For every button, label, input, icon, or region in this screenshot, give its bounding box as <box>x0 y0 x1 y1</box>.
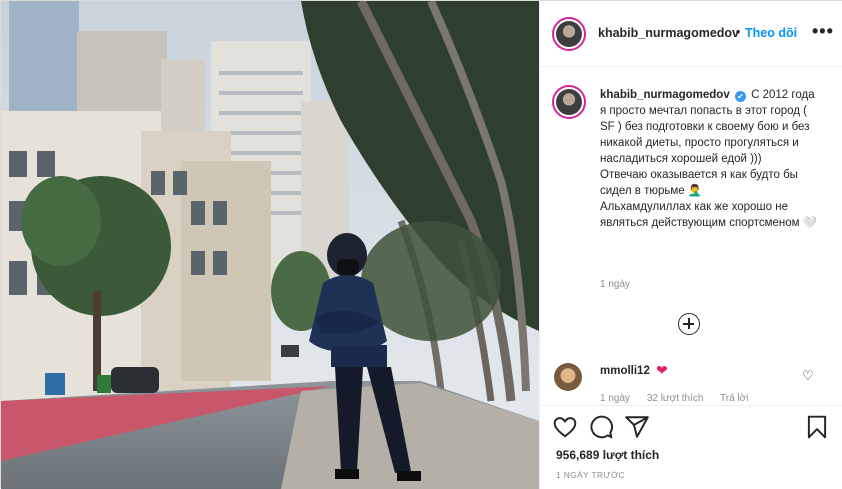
separator-dot: • <box>736 25 741 39</box>
share-icon[interactable] <box>624 414 650 440</box>
comment-reply-button[interactable]: Trả lời <box>720 393 748 404</box>
caption-username[interactable]: khabib_nurmagomedov <box>600 89 730 101</box>
author-username[interactable]: khabib_nurmagomedov <box>598 26 738 40</box>
post-timestamp[interactable]: 1 NGÀY TRƯỚC <box>556 470 625 480</box>
more-options-icon[interactable]: ••• <box>812 21 834 42</box>
bookmark-icon[interactable] <box>804 414 830 440</box>
street-photo-illustration <box>1 1 539 489</box>
post-actions-bar: 956,689 lượt thích 1 NGÀY TRƯỚC <box>540 405 842 489</box>
caption-text: khabib_nurmagomedov ✔ С 2012 года я прос… <box>600 87 820 231</box>
caption-line-2: Отвечаю оказывается я как будто бы сидел… <box>600 169 798 197</box>
caption-timestamp[interactable]: 1 ngày <box>600 279 630 290</box>
comment-heart-emoji: ❤ <box>656 362 668 378</box>
comment-icon[interactable] <box>588 414 614 440</box>
post-header: khabib_nurmagomedov • Theo dõi ••• <box>540 1 842 67</box>
author-avatar[interactable] <box>552 17 586 51</box>
instagram-post: khabib_nurmagomedov • Theo dõi ••• khabi… <box>0 0 842 489</box>
commenter-avatar[interactable] <box>554 363 582 391</box>
commenter-username[interactable]: mmolli12 <box>600 365 650 377</box>
post-details-panel: khabib_nurmagomedov • Theo dõi ••• khabi… <box>539 1 842 489</box>
verified-badge-icon: ✔ <box>734 91 746 102</box>
caption-author-avatar[interactable] <box>552 85 586 119</box>
comment-timestamp[interactable]: 1 ngày <box>600 393 630 404</box>
follow-button[interactable]: Theo dõi <box>745 26 797 40</box>
comment-item: mmolli12 ❤ ♡ 1 ngày 32 lượt thích Trả lờ… <box>540 359 842 405</box>
caption-line-3: Альхамдулиллах как же хорошо не являться… <box>600 201 818 229</box>
comment-like-heart-icon[interactable]: ♡ <box>802 368 814 384</box>
comment-likes-count[interactable]: 32 lượt thích <box>647 393 704 404</box>
post-likes-count[interactable]: 956,689 lượt thích <box>556 448 659 462</box>
post-photo[interactable] <box>1 1 539 489</box>
heart-icon[interactable] <box>552 414 578 440</box>
comment-meta: 1 ngày 32 lượt thích Trả lời <box>600 393 762 404</box>
load-more-comments-plus-icon[interactable] <box>678 313 700 335</box>
